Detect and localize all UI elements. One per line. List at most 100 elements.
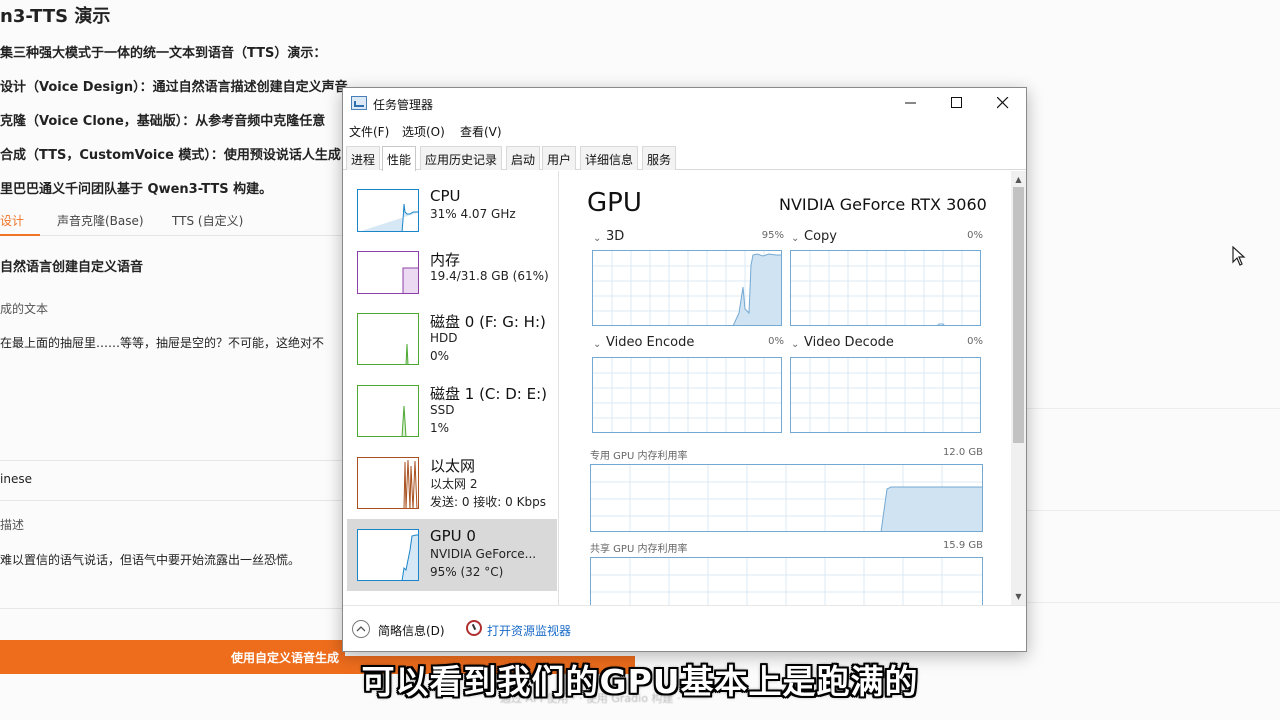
sidebar-memory-name: 内存 [430, 251, 461, 269]
description-label: 描述 [0, 518, 25, 532]
engine-3d-percent: 95% [761, 230, 784, 241]
task-manager-window: 任务管理器 文件(F) 选项(O) 查看(V) 进程 性能 应用历史记录 启动 … [342, 87, 1027, 652]
sidebar-item-ethernet[interactable]: 以太网 以太网 2 发送: 0 接收: 0 Kbps [347, 447, 557, 519]
close-icon [997, 97, 1009, 109]
engine-dropdown-icon[interactable]: ⌄ [791, 339, 799, 350]
language-select[interactable]: inese [0, 472, 32, 486]
gpu-model-name: NVIDIA GeForce RTX 3060 [779, 195, 987, 214]
engine-dropdown-icon[interactable]: ⌄ [593, 339, 601, 350]
bottom-bar: 简略信息(D) 打开资源监视器 [343, 605, 1026, 651]
sidebar-ethernet-throughput: 发送: 0 接收: 0 Kbps [430, 495, 546, 509]
sidebar-item-disk-0[interactable]: 磁盘 0 (F: G: H:) HDD 0% [347, 303, 557, 375]
shared-memory-value: 15.9 GB [942, 540, 983, 551]
maximize-button[interactable] [934, 88, 980, 118]
tab-performance[interactable]: 性能 [382, 146, 417, 171]
tab-voice-design[interactable]: 设计 [0, 212, 24, 229]
sidebar-cpu-name: CPU [430, 187, 461, 205]
active-tab-indicator [0, 234, 40, 236]
menu-file[interactable]: 文件(F) [349, 123, 389, 140]
task-manager-icon [351, 96, 367, 110]
description-input[interactable]: 难以置信的语气说话，但语气中要开始流露出一丝恐慌。 [0, 551, 300, 568]
engine-video-decode-percent: 0% [967, 336, 983, 347]
engine-video-encode-label: Video Encode [606, 335, 695, 350]
menu-options[interactable]: 选项(O) [402, 123, 445, 140]
sidebar-cpu-usage: 31% 4.07 GHz [430, 207, 516, 221]
intro-line-2: 设计（Voice Design）：通过自然语言描述创建自定义声音 [0, 80, 348, 95]
gpu-heading: GPU [587, 188, 642, 218]
sidebar-memory-usage: 19.4/31.8 GB (61%) [430, 269, 549, 283]
sidebar-item-cpu[interactable]: CPU 31% 4.07 GHz [347, 179, 557, 241]
disk0-thumbnail-graph [357, 313, 419, 365]
collapse-up-icon[interactable] [352, 620, 370, 638]
maximize-icon [951, 97, 962, 108]
intro-line-5: 里巴巴通义千问团队基于 Qwen3-TTS 构建。 [0, 182, 273, 197]
fewer-details-button[interactable]: 简略信息(D) [378, 622, 445, 639]
sidebar-item-memory[interactable]: 内存 19.4/31.8 GB (61%) [347, 241, 557, 303]
minimize-icon [905, 102, 916, 104]
tab-startup[interactable]: 启动 [506, 146, 541, 170]
engine-copy-graph [790, 250, 981, 326]
close-button[interactable] [980, 88, 1026, 118]
sidebar-disk0-type: HDD [430, 331, 458, 345]
disk1-thumbnail-graph [357, 385, 419, 437]
menu-bar: 文件(F) 选项(O) 查看(V) [343, 119, 1026, 141]
shared-memory-graph [590, 557, 983, 605]
tab-custom-tts[interactable]: TTS (自定义) [172, 212, 243, 229]
scrollbar-thumb[interactable] [1013, 187, 1024, 443]
engine-video-decode-graph [790, 357, 981, 433]
scroll-up-icon[interactable]: ▲ [1013, 175, 1024, 184]
memory-thumbnail-graph [357, 251, 419, 294]
engine-copy-percent: 0% [967, 230, 983, 241]
text-input[interactable]: 在最上面的抽屉里……等等，抽屉是空的？不可能，这绝对不 [0, 334, 324, 351]
tab-details[interactable]: 详细信息 [580, 146, 639, 170]
tab-processes[interactable]: 进程 [346, 146, 381, 170]
divider [1026, 408, 1280, 409]
tab-strip: 进程 性能 应用历史记录 启动 用户 详细信息 服务 [343, 144, 1026, 171]
shared-memory-label: 共享 GPU 内存利用率 [590, 544, 688, 555]
page-title: n3-TTS 演示 [0, 6, 111, 27]
menu-view[interactable]: 查看(V) [460, 123, 502, 140]
mode-tabs: 设计 声音克隆(Base) TTS (自定义) [0, 210, 345, 236]
sidebar-disk1-type: SSD [430, 403, 455, 417]
tab-app-history[interactable]: 应用历史记录 [420, 146, 503, 170]
minimize-button[interactable] [888, 88, 934, 118]
title-bar[interactable]: 任务管理器 [343, 88, 1026, 118]
tab-users[interactable]: 用户 [542, 146, 577, 170]
divider [0, 608, 345, 609]
text-field-label: 成的文本 [0, 302, 49, 316]
section-heading: 自然语言创建自定义语音 [0, 260, 144, 275]
sidebar-gpu-model: NVIDIA GeForce... [430, 547, 537, 561]
dedicated-memory-value: 12.0 GB [942, 447, 983, 458]
engine-video-encode-graph [592, 357, 782, 433]
divider [1026, 510, 1280, 511]
gpu-detail-panel: GPU NVIDIA GeForce RTX 3060 ⌄ 3D 95% ⌄ C… [587, 171, 1007, 605]
engine-copy-label: Copy [804, 229, 837, 244]
intro-line-3: 克隆（Voice Clone，基础版）：从参考音频中克隆任意 [0, 114, 326, 129]
sidebar-item-disk-1[interactable]: 磁盘 1 (C: D: E:) SSD 1% [347, 375, 557, 447]
engine-video-encode-percent: 0% [768, 336, 784, 347]
vertical-scrollbar[interactable]: ▲ ▼ [1011, 171, 1026, 605]
cpu-thumbnail-graph [357, 189, 419, 232]
tab-services[interactable]: 服务 [642, 146, 677, 170]
engine-dropdown-icon[interactable]: ⌄ [791, 233, 799, 244]
video-subtitle: 可以看到我们的GPU基本上是跑满的 [361, 662, 919, 701]
sidebar-gpu-name: GPU 0 [430, 527, 476, 545]
engine-3d-graph [592, 250, 782, 326]
performance-content: CPU 31% 4.07 GHz 内存 19.4/31.8 GB (61%) 磁… [343, 171, 1026, 605]
tab-voice-clone[interactable]: 声音克隆(Base) [57, 212, 144, 229]
engine-dropdown-icon[interactable]: ⌄ [593, 233, 601, 244]
open-resource-monitor-link[interactable]: 打开资源监视器 [487, 622, 571, 639]
dedicated-memory-label: 专用 GPU 内存利用率 [590, 451, 688, 462]
engine-video-decode-label: Video Decode [804, 335, 894, 350]
resource-monitor-icon [466, 620, 482, 636]
sidebar-disk1-name: 磁盘 1 (C: D: E:) [430, 385, 547, 403]
dedicated-memory-graph [590, 464, 983, 532]
sidebar-gpu-usage: 95% (32 °C) [430, 565, 504, 579]
gpu-thumbnail-graph [357, 529, 419, 581]
window-title: 任务管理器 [373, 98, 434, 112]
resource-sidebar: CPU 31% 4.07 GHz 内存 19.4/31.8 GB (61%) 磁… [343, 171, 559, 605]
sidebar-item-gpu-0[interactable]: GPU 0 NVIDIA GeForce... 95% (32 °C) [347, 519, 557, 591]
engine-3d-label: 3D [606, 229, 625, 244]
scroll-down-icon[interactable]: ▼ [1013, 592, 1024, 601]
ethernet-thumbnail-graph [357, 457, 419, 509]
